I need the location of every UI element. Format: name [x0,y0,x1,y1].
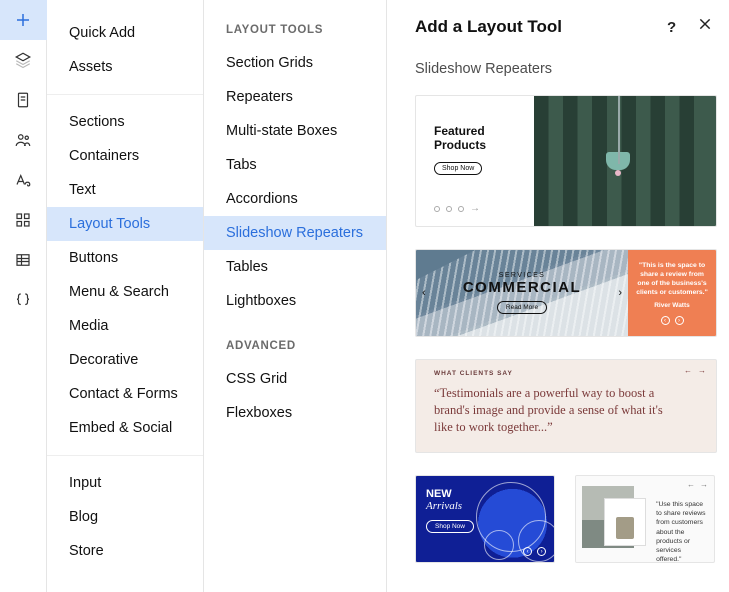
panel-actions: ? [667,16,713,37]
cat-item[interactable]: Assets [47,50,203,84]
subcat-item[interactable]: Flexboxes [204,396,386,430]
icon-rail [0,0,47,592]
pager-dots: → [434,203,522,214]
people-icon[interactable] [0,120,47,160]
category-column: Quick Add Assets Sections Containers Tex… [47,0,204,592]
cat-item[interactable]: Menu & Search [47,275,203,309]
font-icon[interactable] [0,160,47,200]
cat-item[interactable]: Quick Add [47,16,203,50]
preset-reviews[interactable]: ←→ "Use this space to share reviews from… [575,475,715,563]
subcat-heading: LAYOUT TOOLS [204,16,386,46]
apps-grid-icon[interactable] [0,200,47,240]
shop-now-button: Shop Now [426,520,474,533]
subcat-item[interactable]: Accordions [204,182,386,216]
panel-title: Add a Layout Tool [415,17,667,37]
shop-now-button: Shop Now [434,162,482,175]
subcat-item[interactable]: Lightboxes [204,284,386,318]
cat-item[interactable]: Input [47,466,203,500]
preset-testimonials[interactable]: WHAT CLIENTS SAY “Testimonials are a pow… [415,359,717,453]
panel-section-label: Slideshow Repeaters [415,61,715,77]
cat-item[interactable]: Store [47,534,203,568]
cat-item[interactable]: Text [47,173,203,207]
read-more-button: Read More [497,301,547,314]
preset-image: ‹ SERVICES COMMERCIAL Read More › [416,250,628,336]
nav-icons: ←→ [684,366,706,375]
preset-commercial[interactable]: ‹ SERVICES COMMERCIAL Read More › "This … [415,249,717,337]
preset-image [576,476,652,562]
plus-icon[interactable] [0,0,47,40]
cat-item[interactable]: Blog [47,500,203,534]
cat-item[interactable]: Decorative [47,343,203,377]
layers-icon[interactable] [0,40,47,80]
chevron-left-icon: ‹ [422,287,426,299]
chevron-right-icon: › [618,287,622,299]
divider [47,455,203,456]
page-icon[interactable] [0,80,47,120]
subcategory-column: LAYOUT TOOLS Section Grids Repeaters Mul… [204,0,387,592]
preset-image [534,96,716,226]
cat-item[interactable]: Media [47,309,203,343]
subcat-item[interactable]: Tabs [204,148,386,182]
cat-item[interactable]: Contact & Forms [47,377,203,411]
preset-title: FeaturedProducts [434,124,522,153]
preset-new-arrivals[interactable]: NEWArrivals Shop Now ‹› [415,475,555,563]
divider [47,94,203,95]
headline: COMMERCIAL [463,279,581,296]
kicker: WHAT CLIENTS SAY [434,370,698,377]
table-icon[interactable] [0,240,47,280]
panel-header: Add a Layout Tool ? [387,12,729,51]
testimonial-card: "This is the space to share a review fro… [628,250,716,336]
nav-icons: ←→ [687,480,708,489]
subcat-item-slideshow-repeaters[interactable]: Slideshow Repeaters [204,216,386,250]
subcat-item[interactable]: Repeaters [204,80,386,114]
cat-item[interactable]: Sections [47,105,203,139]
nav-icons: ‹› [636,316,708,325]
help-icon[interactable]: ? [667,19,683,35]
preset-row: NEWArrivals Shop Now ‹› ←→ "Use this spa… [415,475,715,563]
subcat-heading: ADVANCED [204,332,386,362]
close-icon[interactable] [697,16,713,37]
subcat-item[interactable]: CSS Grid [204,362,386,396]
panel-body: Slideshow Repeaters FeaturedProducts Sho… [387,51,729,592]
preset-featured-products[interactable]: FeaturedProducts Shop Now → [415,95,717,227]
nav-icons: ‹› [523,547,546,556]
add-panel: Add a Layout Tool ? Slideshow Repeaters … [387,0,729,592]
cat-item-layout-tools[interactable]: Layout Tools [47,207,203,241]
cat-item[interactable]: Embed & Social [47,411,203,445]
subcat-item[interactable]: Section Grids [204,46,386,80]
braces-icon[interactable] [0,280,47,320]
quote-author: River Watts [636,302,708,311]
cat-item[interactable]: Containers [47,139,203,173]
subcat-item[interactable]: Tables [204,250,386,284]
kicker: SERVICES [463,272,581,279]
subcat-item[interactable]: Multi-state Boxes [204,114,386,148]
cat-item[interactable]: Buttons [47,241,203,275]
quote-text: “Testimonials are a powerful way to boos… [434,385,684,436]
quote-text: "This is the space to share a review fro… [636,261,708,298]
